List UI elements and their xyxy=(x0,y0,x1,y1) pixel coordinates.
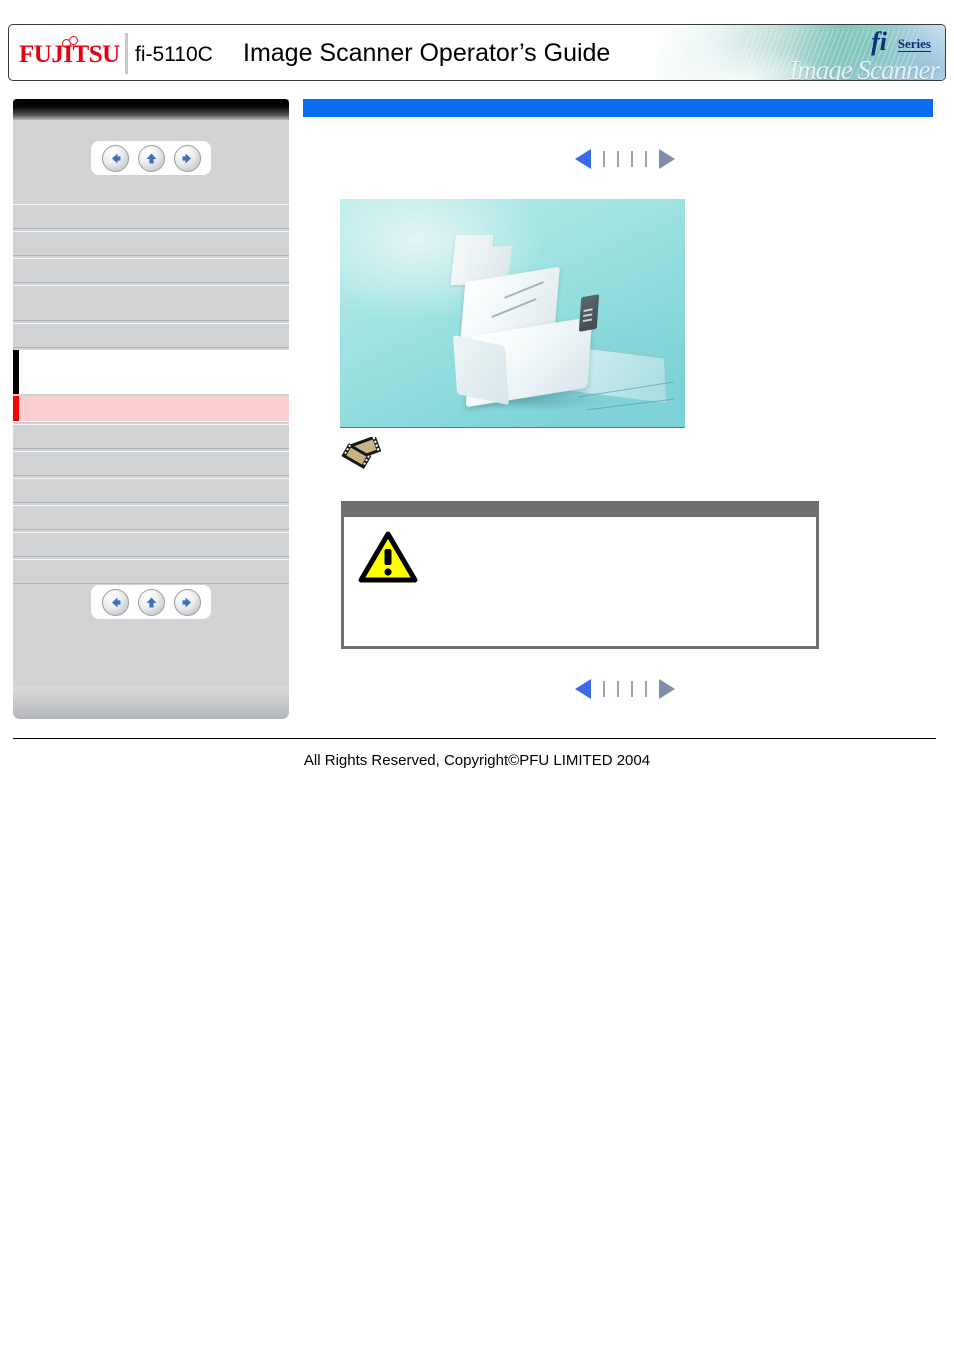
fujitsu-logo: FUJITSU xyxy=(19,33,120,73)
film-clip-icon[interactable] xyxy=(339,435,385,471)
fujitsu-logo-text: FUJITSU xyxy=(19,41,120,68)
nav-back-button-top[interactable] xyxy=(101,144,129,172)
sidebar-item-5-current-section[interactable] xyxy=(13,350,289,394)
pager-tick[interactable] xyxy=(617,681,619,697)
arrow-right-icon xyxy=(182,153,191,163)
sidebar-item-4[interactable] xyxy=(13,323,289,348)
footer-copyright: All Rights Reserved, Copyright©PFU LIMIT… xyxy=(303,752,651,769)
pager-tick[interactable] xyxy=(617,151,619,167)
arrow-left-icon xyxy=(111,153,120,163)
sidebar-top-gradient-bar xyxy=(13,99,289,120)
scanner-figure-image xyxy=(340,199,685,428)
arrow-right-icon xyxy=(182,597,191,607)
caution-box-header xyxy=(344,504,816,517)
page-header: FUJITSU fi-5110C Image Scanner Operator’… xyxy=(8,24,946,81)
pager-top xyxy=(425,149,825,169)
arrow-up-icon xyxy=(146,597,156,607)
sidebar-item-10[interactable] xyxy=(13,505,289,530)
sidebar-nav-list xyxy=(13,204,289,586)
pager-tick[interactable] xyxy=(603,151,605,167)
sidebar-item-9[interactable] xyxy=(13,478,289,503)
pager-tick[interactable] xyxy=(603,681,605,697)
footer-divider xyxy=(13,738,936,739)
arrow-up-icon xyxy=(146,153,156,163)
sidebar xyxy=(13,99,289,719)
sidebar-bottom-gradient-bar xyxy=(13,686,289,719)
section-title-bar xyxy=(303,99,933,117)
sidebar-item-6-current-page[interactable] xyxy=(13,396,289,422)
pager-prev-icon[interactable] xyxy=(575,679,591,699)
pager-tick[interactable] xyxy=(631,151,633,167)
banner-tagline: Image Scanner xyxy=(789,55,940,81)
arrow-left-icon xyxy=(111,597,120,607)
pager-bottom xyxy=(425,679,825,699)
main-content xyxy=(303,99,946,699)
banner-series-label: Series xyxy=(897,36,931,52)
sidebar-item-2[interactable] xyxy=(13,258,289,283)
nav-forward-button-bottom[interactable] xyxy=(173,588,201,616)
sidebar-item-12[interactable] xyxy=(13,559,289,584)
pager-next-icon[interactable] xyxy=(659,149,675,169)
sidebar-item-1[interactable] xyxy=(13,231,289,256)
pager-tick[interactable] xyxy=(645,681,647,697)
sidebar-item-8[interactable] xyxy=(13,451,289,476)
sidebar-item-3[interactable] xyxy=(13,285,289,321)
pager-tick[interactable] xyxy=(645,151,647,167)
sidebar-nav-toolbar-bottom xyxy=(91,585,211,619)
sidebar-item-7[interactable] xyxy=(13,424,289,449)
nav-back-button-bottom[interactable] xyxy=(101,588,129,616)
sidebar-item-0[interactable] xyxy=(13,204,289,229)
warning-triangle-icon xyxy=(358,531,418,583)
pager-tick[interactable] xyxy=(631,681,633,697)
sidebar-item-11[interactable] xyxy=(13,532,289,557)
pager-prev-icon[interactable] xyxy=(575,149,591,169)
page-title: Image Scanner Operator’s Guide xyxy=(243,39,611,67)
sidebar-nav-toolbar-top xyxy=(91,141,211,175)
fi-series-banner: Image Scanner fi Series xyxy=(655,25,945,80)
caution-box xyxy=(341,501,819,649)
nav-up-button-bottom[interactable] xyxy=(137,588,165,616)
header-model-name: fi-5110C xyxy=(135,43,213,66)
banner-fi-logo: fi xyxy=(871,27,887,56)
pager-next-icon[interactable] xyxy=(659,679,675,699)
caution-box-body xyxy=(344,517,816,593)
header-divider xyxy=(125,33,128,74)
nav-up-button-top[interactable] xyxy=(137,144,165,172)
nav-forward-button-top[interactable] xyxy=(173,144,201,172)
